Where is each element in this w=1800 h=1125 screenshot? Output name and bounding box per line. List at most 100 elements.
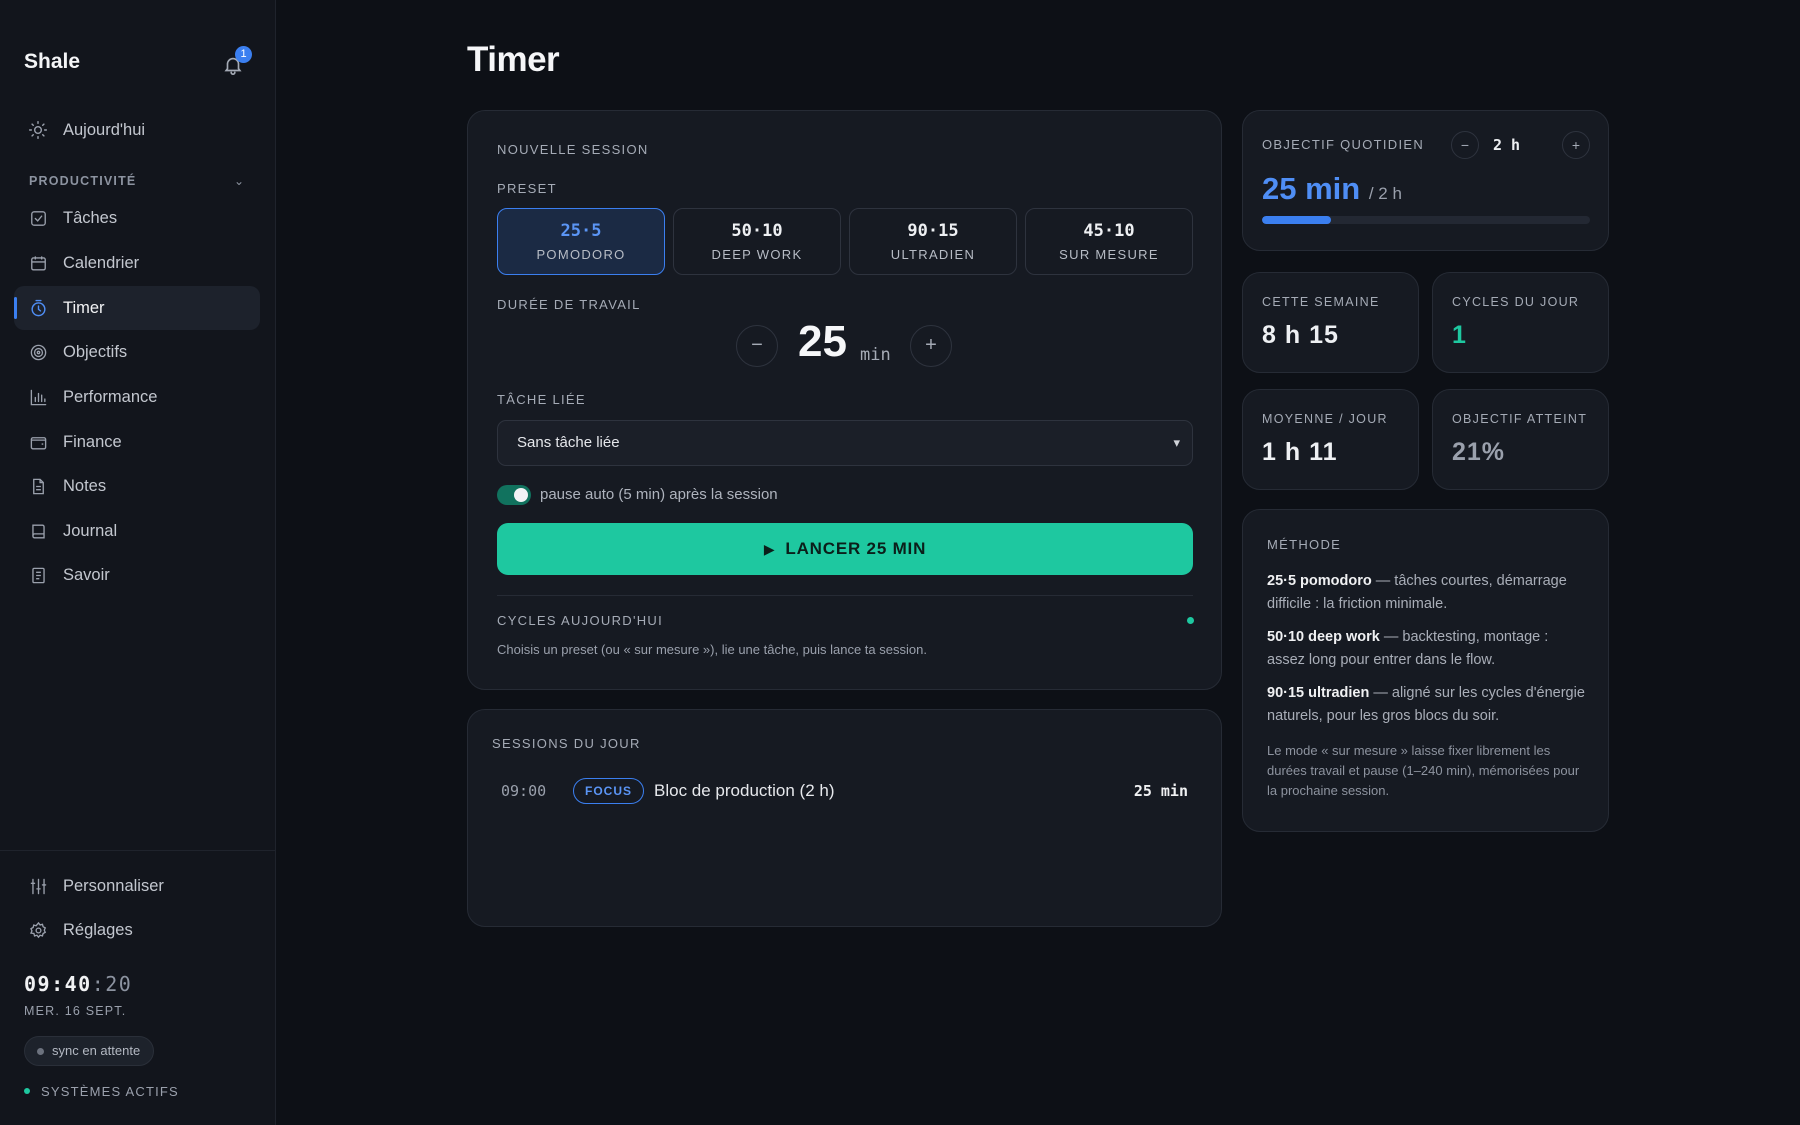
sidebar-item-notes[interactable]: Notes xyxy=(14,464,260,508)
method-card: MÉTHODE 25·5 pomodoro — tâches courtes, … xyxy=(1242,509,1609,832)
sidebar-item-today[interactable]: Aujourd'hui xyxy=(14,108,260,152)
auto-pause-toggle[interactable] xyxy=(497,485,531,505)
launch-label: LANCER 25 MIN xyxy=(785,539,927,558)
duration-value: 25 xyxy=(798,317,847,366)
target-icon xyxy=(28,342,48,362)
task-select-value: Sans tâche liée xyxy=(517,434,620,451)
system-status: SYSTÈMES ACTIFS xyxy=(24,1084,179,1099)
method-item: 90·15 ultradien — aligné sur les cycles … xyxy=(1267,682,1587,727)
sidebar-item-knowledge[interactable]: Savoir xyxy=(14,553,260,597)
sidebar-item-performance[interactable]: Performance xyxy=(14,375,260,419)
sync-status-pill[interactable]: sync en attente xyxy=(24,1036,155,1066)
goal-progress-bar xyxy=(1262,216,1590,224)
preset-value: 50·10 xyxy=(731,221,783,241)
card-header: MÉTHODE xyxy=(1267,537,1342,552)
task-select[interactable]: Sans tâche liée ▾ xyxy=(497,420,1193,466)
preset-name: DEEP WORK xyxy=(711,247,803,262)
section-label-productivity: PRODUCTIVITÉ xyxy=(29,174,137,188)
clock-hours-minutes: 09:40 xyxy=(24,972,92,996)
preset-ultradian[interactable]: 90·15 ULTRADIEN xyxy=(849,208,1017,275)
session-title: Bloc de production (2 h) xyxy=(654,781,835,800)
goal-label: OBJECTIF QUOTIDIEN xyxy=(1262,137,1425,152)
preset-label: PRESET xyxy=(497,181,557,196)
calendar-icon xyxy=(28,253,48,273)
card-header: NOUVELLE SESSION xyxy=(497,142,649,157)
preset-name: ULTRADIEN xyxy=(890,247,976,262)
sidebar-item-label: Performance xyxy=(63,387,158,406)
current-date: MER. 16 SEPT. xyxy=(24,1004,127,1018)
preset-value: 25·5 xyxy=(560,221,602,241)
duration-label: DURÉE DE TRAVAIL xyxy=(497,297,641,312)
stat-value: 8 h 15 xyxy=(1262,321,1339,349)
method-item-title: 25·5 pomodoro xyxy=(1267,573,1372,589)
chevron-down-icon[interactable]: ⌄ xyxy=(234,174,244,188)
sidebar-item-calendar[interactable]: Calendrier xyxy=(14,241,260,285)
preset-deep-work[interactable]: 50·10 DEEP WORK xyxy=(673,208,841,275)
session-duration: 25 min xyxy=(1133,782,1188,800)
stat-label: OBJECTIF ATTEINT xyxy=(1452,412,1588,426)
sidebar-item-label: Personnaliser xyxy=(63,876,164,895)
increase-goal-button[interactable]: + xyxy=(1562,131,1590,159)
goal-progress-fill xyxy=(1262,216,1331,224)
sidebar-item-tasks[interactable]: Tâches xyxy=(14,196,260,240)
duration-unit: min xyxy=(860,345,891,365)
preset-custom[interactable]: 45·10 SUR MESURE xyxy=(1025,208,1193,275)
sidebar-item-goals[interactable]: Objectifs xyxy=(14,330,260,374)
stat-value: 1 xyxy=(1452,321,1467,349)
decrease-goal-button[interactable]: − xyxy=(1451,131,1479,159)
method-note: Le mode « sur mesure » laisse fixer libr… xyxy=(1267,743,1580,798)
sidebar-item-label: Timer xyxy=(63,298,105,317)
launch-session-button[interactable]: ▶ LANCER 25 MIN xyxy=(497,523,1193,575)
document-icon xyxy=(28,476,48,496)
method-item: 50·10 deep work — backtesting, montage :… xyxy=(1267,626,1587,671)
page-title: Timer xyxy=(467,40,560,79)
brand-logo: Shale xyxy=(24,50,81,73)
goal-done: 25 min xyxy=(1262,171,1361,206)
auto-pause-label: pause auto (5 min) après la session xyxy=(540,486,778,503)
decrease-duration-button[interactable]: − xyxy=(736,325,778,367)
sidebar-item-label: Tâches xyxy=(63,208,118,227)
method-item: 25·5 pomodoro — tâches courtes, démarrag… xyxy=(1267,570,1587,615)
sidebar-item-settings[interactable]: Réglages xyxy=(14,908,260,952)
sidebar-item-timer[interactable]: Timer xyxy=(14,286,260,330)
goal-progress-value: 25 min / 2 h xyxy=(1262,171,1402,207)
sidebar-item-customize[interactable]: Personnaliser xyxy=(14,864,260,908)
session-time: 09:00 xyxy=(501,782,547,800)
increase-duration-button[interactable]: + xyxy=(910,325,952,367)
day-sessions-card: SESSIONS DU JOUR 09:00 FOCUS Bloc de pro… xyxy=(467,709,1222,927)
preset-name: POMODORO xyxy=(536,247,626,262)
preset-value: 45·10 xyxy=(1083,221,1135,241)
stat-label: CETTE SEMAINE xyxy=(1262,295,1380,309)
sidebar-item-label: Calendrier xyxy=(63,253,140,272)
preset-pomodoro[interactable]: 25·5 POMODORO xyxy=(497,208,665,275)
goal-of: / 2 h xyxy=(1368,184,1402,203)
clock: 09:40:20 xyxy=(24,972,132,996)
divider xyxy=(497,595,1193,596)
gear-icon xyxy=(28,920,48,940)
wallet-icon xyxy=(28,432,48,452)
stat-week: CETTE SEMAINE 8 h 15 xyxy=(1242,272,1419,373)
sidebar-item-label: Objectifs xyxy=(63,342,128,361)
cycle-indicator-dot xyxy=(1187,617,1194,624)
sidebar-item-label: Finance xyxy=(63,432,122,451)
sidebar-item-finance[interactable]: Finance xyxy=(14,420,260,464)
preset-name: SUR MESURE xyxy=(1059,247,1159,262)
stat-label: CYCLES DU JOUR xyxy=(1452,295,1580,309)
cycles-today-label: CYCLES AUJOURD'HUI xyxy=(497,613,664,628)
new-session-card: NOUVELLE SESSION PRESET 25·5 POMODORO 50… xyxy=(467,110,1222,690)
sliders-icon xyxy=(28,876,48,896)
sidebar-item-label: Journal xyxy=(63,521,118,540)
book-icon xyxy=(28,521,48,541)
card-header: SESSIONS DU JOUR xyxy=(492,736,641,751)
sidebar-item-journal[interactable]: Journal xyxy=(14,509,260,553)
method-item-title: 50·10 deep work xyxy=(1267,629,1380,645)
play-icon: ▶ xyxy=(763,541,776,557)
stat-value: 21% xyxy=(1452,438,1506,466)
preset-value: 90·15 xyxy=(907,221,959,241)
sidebar: Shale 1 Aujourd'hui PRODUCTIVITÉ ⌄ Tâche… xyxy=(0,0,276,1125)
notebook-icon xyxy=(28,565,48,585)
sun-icon xyxy=(28,120,48,140)
task-label: TÂCHE LIÉE xyxy=(497,392,586,407)
bar-chart-icon xyxy=(28,387,48,407)
session-hint: Choisis un preset (ou « sur mesure »), l… xyxy=(497,642,927,657)
